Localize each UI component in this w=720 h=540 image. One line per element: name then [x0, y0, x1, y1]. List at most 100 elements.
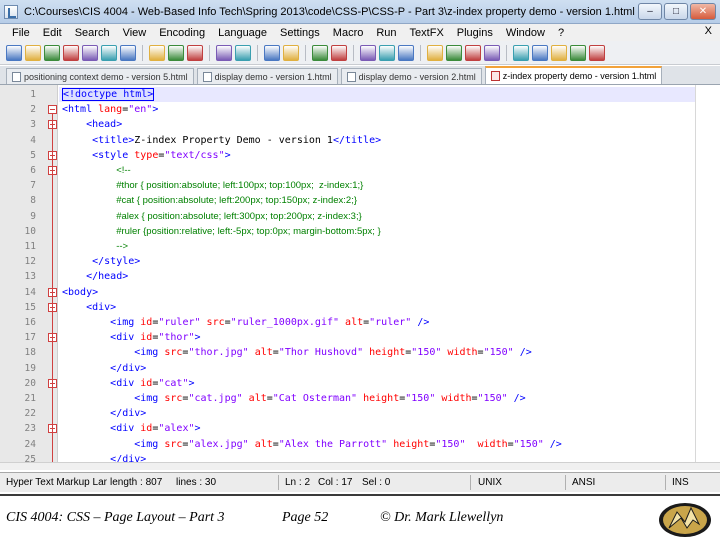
- code-token: -->: [116, 241, 129, 252]
- code-line[interactable]: 12 </style>: [0, 254, 720, 269]
- tab-display-demo-2[interactable]: display demo - version 2.html: [340, 68, 482, 84]
- menu-encoding[interactable]: Encoding: [159, 27, 205, 39]
- tab-z-index-demo[interactable]: z-index property demo - version 1.html: [484, 66, 663, 84]
- menu-edit[interactable]: Edit: [43, 27, 62, 39]
- menu-textfx[interactable]: TextFX: [410, 27, 444, 39]
- tab-positioning-context-demo[interactable]: positioning context demo - version 5.htm…: [6, 68, 194, 84]
- toolbar-separator: [257, 44, 258, 61]
- code-token: alt: [254, 438, 273, 450]
- close-document-button[interactable]: X: [705, 25, 712, 37]
- code-line[interactable]: 14 <body>: [0, 285, 720, 300]
- menu-language[interactable]: Language: [218, 27, 267, 39]
- menu-file[interactable]: File: [12, 27, 30, 39]
- code-line[interactable]: 7 #thor { position:absolute; left:100px;…: [0, 178, 720, 193]
- code-token: <!--: [116, 165, 131, 176]
- menu-search[interactable]: Search: [75, 27, 110, 39]
- menu-macro[interactable]: Macro: [333, 27, 364, 39]
- print-icon[interactable]: [120, 44, 136, 61]
- save-macro-icon[interactable]: [589, 44, 605, 61]
- toolbar-separator: [142, 44, 143, 61]
- code-line[interactable]: 8 #cat { position:absolute; left:200px; …: [0, 193, 720, 208]
- wrap-icon[interactable]: [398, 44, 414, 61]
- record-icon[interactable]: [513, 44, 529, 61]
- menu-run[interactable]: Run: [376, 27, 396, 39]
- code-token: <style: [92, 149, 135, 161]
- menu-plugins[interactable]: Plugins: [457, 27, 493, 39]
- udl-icon[interactable]: [465, 44, 481, 61]
- line-number: 21: [24, 393, 36, 404]
- code-line[interactable]: 4 <title>Z-index Property Demo - version…: [0, 133, 720, 148]
- open-icon[interactable]: [25, 44, 41, 61]
- code-line[interactable]: 22 </div>: [0, 406, 720, 421]
- code-line[interactable]: 2 <html lang="en">: [0, 102, 720, 117]
- zoom-out-icon[interactable]: [331, 44, 347, 61]
- cut-icon[interactable]: [149, 44, 165, 61]
- play-icon[interactable]: [551, 44, 567, 61]
- find-icon[interactable]: [264, 44, 280, 61]
- copy-icon[interactable]: [168, 44, 184, 61]
- menu-view[interactable]: View: [123, 27, 147, 39]
- code-text: </head>: [62, 269, 128, 284]
- code-line[interactable]: 13 </head>: [0, 269, 720, 284]
- code-line[interactable]: 5 <style type="text/css">: [0, 148, 720, 163]
- line-number: 3: [30, 119, 36, 131]
- save-all-icon[interactable]: [63, 44, 79, 61]
- toolbar: [0, 41, 720, 65]
- code-editor[interactable]: 1 <!doctype html> 2 <html lang="en"> 3 <head…: [0, 85, 720, 470]
- code-line[interactable]: 11 -->: [0, 239, 720, 254]
- line-number: 1: [30, 89, 36, 100]
- close-window-button[interactable]: ✕: [690, 3, 716, 20]
- maximize-button[interactable]: □: [664, 3, 688, 20]
- code-line[interactable]: 16 <img id="ruler" src="ruler_1000px.gif…: [0, 315, 720, 330]
- code-line[interactable]: 20 <div id="cat">: [0, 376, 720, 391]
- code-token: "thor.jpg": [188, 347, 249, 359]
- code-line[interactable]: 15 <div>: [0, 300, 720, 315]
- code-token: >: [224, 149, 231, 161]
- save-icon[interactable]: [44, 44, 60, 61]
- sync-v-icon[interactable]: [360, 44, 376, 61]
- code-line[interactable]: 24 <img src="alex.jpg" alt="Alex the Par…: [0, 437, 720, 452]
- code-token: id: [140, 423, 153, 435]
- code-token: </style>: [92, 256, 141, 268]
- menu-window[interactable]: Window: [506, 27, 545, 39]
- code-line[interactable]: 17 <div id="thor">: [0, 330, 720, 345]
- all-chars-icon[interactable]: [427, 44, 443, 61]
- sync-h-icon[interactable]: [379, 44, 395, 61]
- play-multi-icon[interactable]: [570, 44, 586, 61]
- code-line[interactable]: 18 <img src="thor.jpg" alt="Thor Hushovd…: [0, 345, 720, 360]
- doc-map-icon[interactable]: [484, 44, 500, 61]
- fold-toggle-icon[interactable]: [48, 105, 57, 115]
- code-line[interactable]: 10 #ruler {position:relative; left:-5px;…: [0, 224, 720, 239]
- paste-icon[interactable]: [187, 44, 203, 61]
- menu-bar: File Edit Search View Encoding Language …: [0, 24, 720, 41]
- code-line[interactable]: 19 </div>: [0, 361, 720, 376]
- close-all-icon[interactable]: [101, 44, 117, 61]
- redo-icon[interactable]: [235, 44, 251, 61]
- code-line[interactable]: 3 <head>: [0, 117, 720, 132]
- menu-help[interactable]: ?: [558, 27, 564, 39]
- status-language: Hyper Text Markup Lar: [6, 477, 107, 488]
- code-token: <html: [62, 104, 99, 116]
- code-token: height: [363, 393, 400, 404]
- indent-guide-icon[interactable]: [446, 44, 462, 61]
- code-line[interactable]: 6 <!--: [0, 163, 720, 178]
- replace-icon[interactable]: [283, 44, 299, 61]
- code-text: <img src="cat.jpg" alt="Cat Osterman" he…: [62, 391, 525, 406]
- status-lines: lines : 30: [176, 477, 217, 488]
- tab-display-demo-1[interactable]: display demo - version 1.html: [196, 68, 338, 84]
- new-icon[interactable]: [6, 44, 22, 61]
- minimize-button[interactable]: –: [638, 3, 662, 20]
- horizontal-scrollbar[interactable]: [0, 462, 720, 470]
- code-line[interactable]: 21 <img src="cat.jpg" alt="Cat Osterman"…: [0, 391, 720, 406]
- code-line[interactable]: 9 #alex { position:absolute; left:300px;…: [0, 209, 720, 224]
- code-token: #alex { position:absolute; left:300px; t…: [116, 210, 362, 222]
- code-line[interactable]: 1 <!doctype html>: [0, 87, 720, 102]
- menu-settings[interactable]: Settings: [280, 27, 320, 39]
- close-icon[interactable]: [82, 44, 98, 61]
- zoom-in-icon[interactable]: [312, 44, 328, 61]
- undo-icon[interactable]: [216, 44, 232, 61]
- stop-icon[interactable]: [532, 44, 548, 61]
- code-token: lang: [98, 104, 123, 116]
- code-line[interactable]: 23 <div id="alex">: [0, 421, 720, 436]
